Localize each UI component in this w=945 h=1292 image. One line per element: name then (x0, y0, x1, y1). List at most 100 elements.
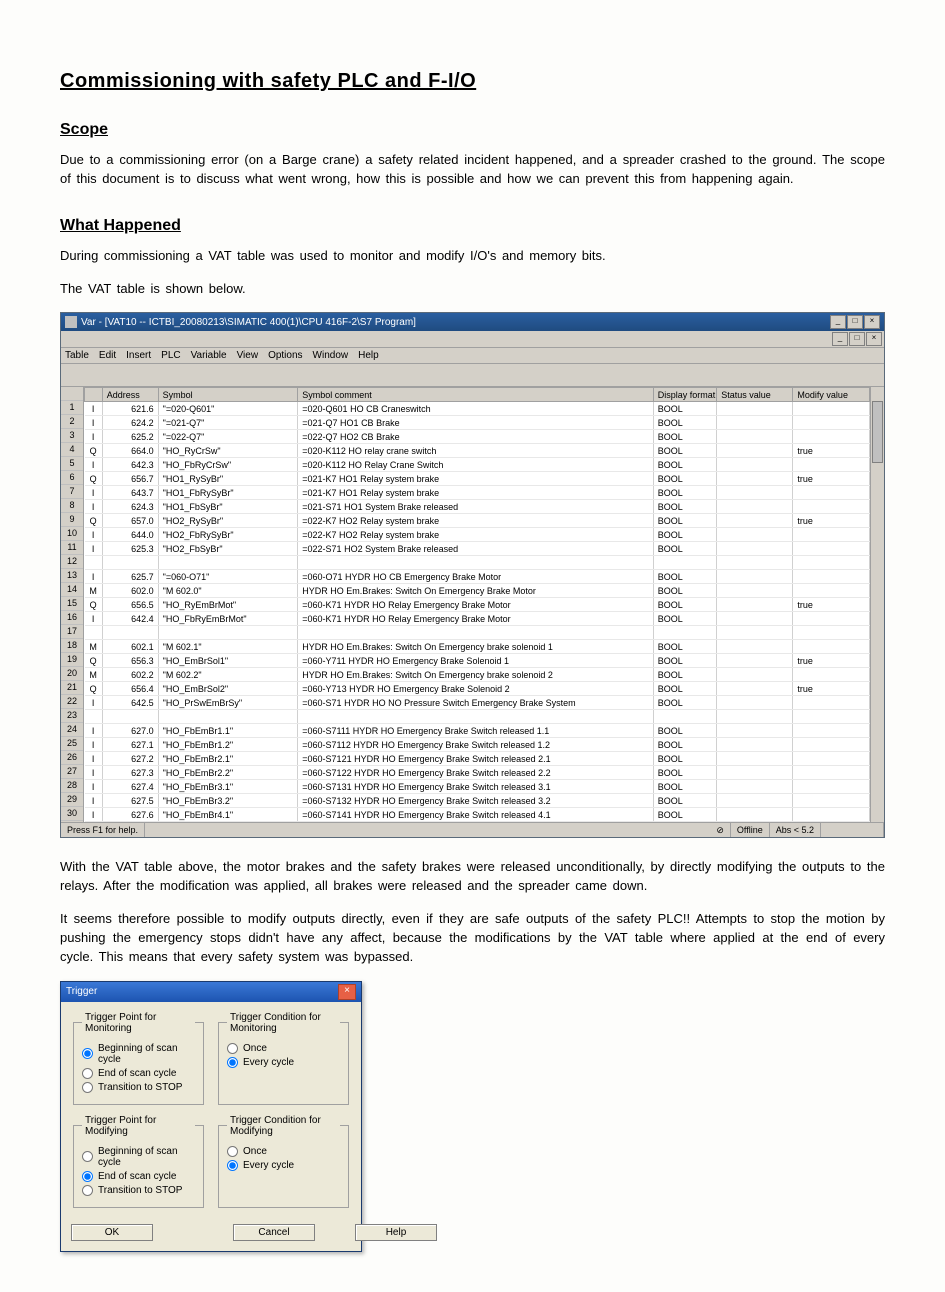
row-number[interactable]: 20 (61, 667, 83, 681)
scrollbar-thumb[interactable] (872, 401, 883, 463)
table-cell[interactable]: Q (85, 682, 103, 696)
table-cell[interactable]: I (85, 486, 103, 500)
table-cell[interactable]: "HO2_FbRySyBr" (158, 528, 298, 542)
table-cell[interactable] (793, 416, 869, 430)
table-cell[interactable] (717, 682, 793, 696)
menu-item[interactable]: View (237, 350, 259, 361)
table-cell[interactable]: "M 602.0" (158, 584, 298, 598)
table-cell[interactable] (102, 626, 158, 640)
table-cell[interactable]: =060-O71 HYDR HO CB Emergency Brake Moto… (298, 570, 654, 584)
table-cell[interactable] (717, 654, 793, 668)
row-number[interactable]: 22 (61, 695, 83, 709)
table-cell[interactable]: 656.7 (102, 472, 158, 486)
table-cell[interactable] (793, 738, 869, 752)
row-number[interactable]: 24 (61, 723, 83, 737)
table-cell[interactable]: =022-Q7 HO2 CB Brake (298, 430, 654, 444)
table-cell[interactable] (793, 528, 869, 542)
table-cell[interactable]: =021-K7 HO1 Relay system brake (298, 486, 654, 500)
table-row[interactable]: I644.0"HO2_FbRySyBr"=022-K7 HO2 Relay sy… (85, 528, 870, 542)
table-cell[interactable]: I (85, 430, 103, 444)
table-row[interactable]: I627.5"HO_FbEmBr3.2"=060-S7132 HYDR HO E… (85, 794, 870, 808)
table-cell[interactable] (717, 640, 793, 654)
table-cell[interactable] (717, 752, 793, 766)
menu-item[interactable]: Options (268, 350, 302, 361)
table-row[interactable]: I625.2"=022-Q7"=022-Q7 HO2 CB BrakeBOOL (85, 430, 870, 444)
table-cell[interactable] (717, 444, 793, 458)
table-cell[interactable] (298, 556, 654, 570)
table-row[interactable]: I642.3"HO_FbRyCrSw"=020-K112 HO Relay Cr… (85, 458, 870, 472)
table-row[interactable]: Q664.0"HO_RyCrSw"=020-K112 HO relay cran… (85, 444, 870, 458)
table-cell[interactable] (717, 472, 793, 486)
radio-begin-scan[interactable] (82, 1048, 93, 1059)
table-cell[interactable] (717, 766, 793, 780)
table-cell[interactable]: true (793, 682, 869, 696)
row-number[interactable]: 16 (61, 611, 83, 625)
table-cell[interactable] (793, 766, 869, 780)
table-cell[interactable]: 602.0 (102, 584, 158, 598)
table-cell[interactable]: "HO_PrSwEmBrSy" (158, 696, 298, 710)
table-cell[interactable]: =060-S7111 HYDR HO Emergency Brake Switc… (298, 724, 654, 738)
table-cell[interactable]: "HO_FbEmBr3.2" (158, 794, 298, 808)
menu-item[interactable]: Table (65, 350, 89, 361)
table-cell[interactable]: BOOL (653, 668, 716, 682)
table-cell[interactable]: =020-Q601 HO CB Craneswitch (298, 402, 654, 416)
table-cell[interactable]: BOOL (653, 738, 716, 752)
table-cell[interactable]: =060-S7121 HYDR HO Emergency Brake Switc… (298, 752, 654, 766)
table-row[interactable]: I624.3"HO1_FbSyBr"=021-S71 HO1 System Br… (85, 500, 870, 514)
table-cell[interactable]: BOOL (653, 682, 716, 696)
table-cell[interactable]: I (85, 752, 103, 766)
table-cell[interactable]: I (85, 528, 103, 542)
row-number[interactable]: 19 (61, 653, 83, 667)
toolbar-button[interactable] (374, 366, 394, 384)
table-cell[interactable]: BOOL (653, 458, 716, 472)
row-number[interactable]: 5 (61, 457, 83, 471)
col-header[interactable]: Modify value (793, 388, 869, 402)
table-cell[interactable] (717, 598, 793, 612)
table-cell[interactable] (717, 528, 793, 542)
table-cell[interactable] (793, 458, 869, 472)
row-number[interactable]: 17 (61, 625, 83, 639)
toolbar-help-icon[interactable] (322, 366, 342, 384)
table-cell[interactable] (793, 668, 869, 682)
row-number[interactable]: 12 (61, 555, 83, 569)
table-cell[interactable]: =060-Y713 HYDR HO Emergency Brake Soleno… (298, 682, 654, 696)
table-cell[interactable] (717, 570, 793, 584)
table-cell[interactable]: =060-S7141 HYDR HO Emergency Brake Switc… (298, 808, 654, 822)
col-header[interactable]: Status value (717, 388, 793, 402)
table-cell[interactable]: 625.3 (102, 542, 158, 556)
row-number[interactable]: 15 (61, 597, 83, 611)
table-row[interactable]: I627.6"HO_FbEmBr4.1"=060-S7141 HYDR HO E… (85, 808, 870, 822)
row-number[interactable]: 27 (61, 765, 83, 779)
table-cell[interactable]: HYDR HO Em.Brakes: Switch On Emergency B… (298, 584, 654, 598)
menu-item[interactable]: Insert (126, 350, 151, 361)
table-cell[interactable]: BOOL (653, 486, 716, 500)
table-cell[interactable]: 664.0 (102, 444, 158, 458)
toolbar-button[interactable] (273, 366, 293, 384)
radio-begin-scan[interactable] (82, 1151, 93, 1162)
table-row[interactable]: Q656.7"HO1_RySyBr"=021-K7 HO1 Relay syst… (85, 472, 870, 486)
col-header[interactable]: Address (102, 388, 158, 402)
table-cell[interactable]: 627.0 (102, 724, 158, 738)
table-cell[interactable]: =060-K71 HYDR HO Relay Emergency Brake M… (298, 612, 654, 626)
table-cell[interactable]: BOOL (653, 766, 716, 780)
table-row[interactable]: I642.4"HO_FbRyEmBrMot"=060-K71 HYDR HO R… (85, 612, 870, 626)
row-number[interactable]: 18 (61, 639, 83, 653)
toolbar-button[interactable] (224, 366, 244, 384)
table-cell[interactable]: BOOL (653, 654, 716, 668)
table-cell[interactable]: 627.3 (102, 766, 158, 780)
table-cell[interactable]: BOOL (653, 528, 716, 542)
row-number[interactable]: 3 (61, 429, 83, 443)
table-cell[interactable]: "HO1_FbRySyBr" (158, 486, 298, 500)
table-cell[interactable]: I (85, 570, 103, 584)
table-cell[interactable] (793, 696, 869, 710)
table-cell[interactable]: BOOL (653, 752, 716, 766)
table-cell[interactable]: I (85, 766, 103, 780)
table-cell[interactable] (158, 710, 298, 724)
table-cell[interactable] (717, 458, 793, 472)
table-cell[interactable]: 625.7 (102, 570, 158, 584)
table-cell[interactable]: I (85, 794, 103, 808)
table-cell[interactable]: BOOL (653, 808, 716, 822)
table-cell[interactable]: 656.5 (102, 598, 158, 612)
table-cell[interactable] (793, 500, 869, 514)
row-number[interactable]: 28 (61, 779, 83, 793)
